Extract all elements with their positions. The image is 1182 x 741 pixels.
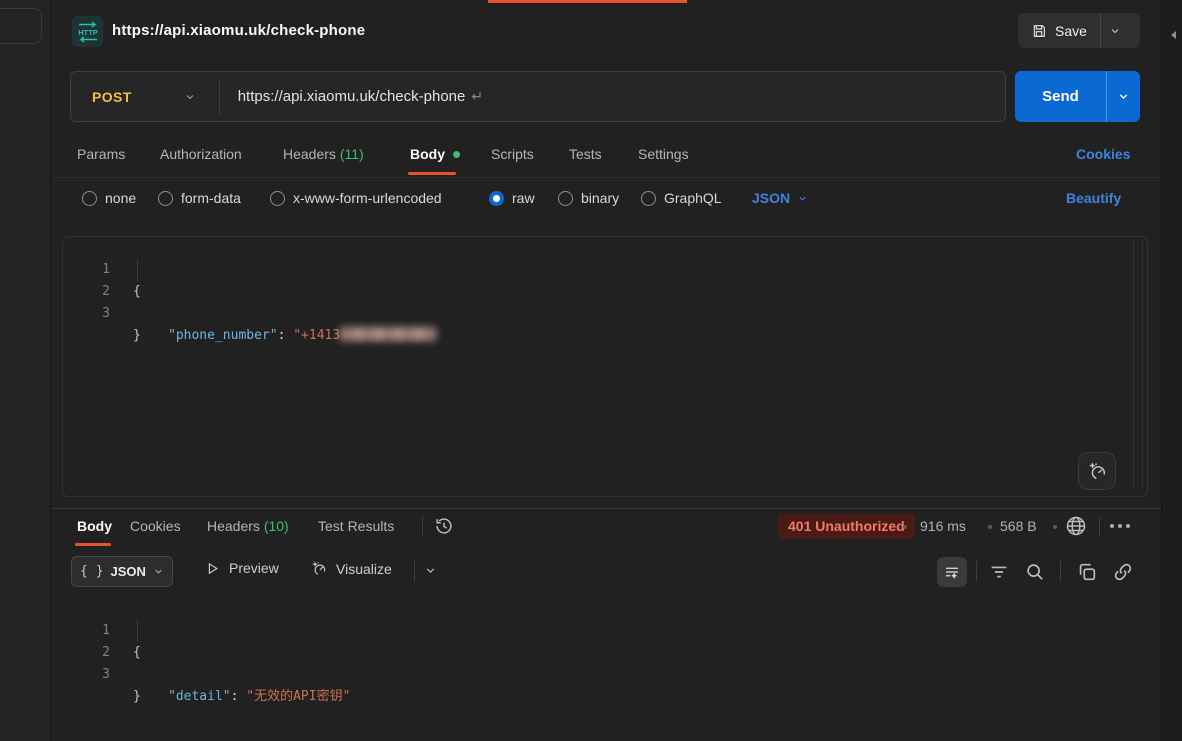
icons-divider: [976, 561, 977, 581]
response-tab-headers[interactable]: Headers (10): [207, 518, 289, 534]
cookies-link[interactable]: Cookies: [1076, 146, 1130, 162]
tab-authorization[interactable]: Authorization: [160, 146, 242, 162]
response-tabs-divider: [422, 516, 423, 537]
code-line: 3 }: [62, 642, 1122, 664]
save-dropdown-button[interactable]: [1101, 13, 1129, 48]
response-headers-count: (10): [264, 518, 289, 534]
tab-params[interactable]: Params: [77, 146, 125, 162]
tabs-divider: [52, 177, 1161, 178]
format-chevron-down-icon: [797, 193, 808, 204]
save-button-label: Save: [1055, 23, 1087, 39]
response-history-icon[interactable]: [433, 515, 455, 537]
code-line: 2 "phone_number": "+1413: [62, 259, 1122, 281]
radio-icon: [270, 191, 285, 206]
toolbar-divider: [414, 560, 415, 582]
url-input[interactable]: https://api.xiaomu.uk/check-phone: [238, 88, 466, 105]
request-title: https://api.xiaomu.uk/check-phone: [112, 22, 365, 39]
radio-selected-icon: [489, 191, 504, 206]
response-tab-body[interactable]: Body: [77, 518, 112, 534]
left-sidebar: [0, 0, 51, 741]
beautify-link[interactable]: Beautify: [1066, 190, 1121, 206]
collapse-panel-icon[interactable]: [1171, 31, 1176, 39]
link-icon[interactable]: [1112, 561, 1134, 583]
bodytype-urlencoded[interactable]: x-www-form-urlencoded: [270, 190, 442, 206]
visualize-sparkle-icon: [310, 560, 327, 577]
send-button-label: Send: [1015, 71, 1106, 122]
copy-icon[interactable]: [1076, 561, 1098, 583]
postbot-ai-button[interactable]: [1078, 452, 1116, 490]
app-window: HTTP https://api.xiaomu.uk/check-phone S…: [0, 0, 1182, 741]
response-tab-cookies[interactable]: Cookies: [130, 518, 181, 534]
code-line: 3 }: [62, 281, 1122, 303]
method-selector[interactable]: POST: [92, 89, 132, 105]
dot-separator: [988, 525, 992, 529]
radio-icon: [158, 191, 173, 206]
active-tab-underline: [408, 172, 456, 175]
code-line: 1 {: [62, 237, 1122, 259]
indent-guide: [137, 620, 138, 642]
tab-tests[interactable]: Tests: [569, 146, 602, 162]
url-bar-divider: [219, 79, 220, 114]
dot-separator: [903, 525, 907, 529]
radio-icon: [558, 191, 573, 206]
response-format-selector[interactable]: { } JSON: [71, 556, 173, 587]
wrap-text-button[interactable]: [937, 557, 967, 587]
response-time[interactable]: 916 ms: [920, 518, 966, 534]
response-active-tab-underline: [75, 543, 111, 546]
search-icon[interactable]: [1024, 561, 1046, 583]
preview-button[interactable]: Preview: [205, 560, 279, 576]
code-line: 2 "detail": "无效的API密钥": [62, 620, 1122, 642]
chevron-down-icon: [153, 566, 164, 577]
right-rail: [1161, 0, 1182, 741]
save-button[interactable]: Save: [1018, 13, 1140, 48]
indent-guide: [137, 259, 138, 281]
editor-scrollbar-track: [1142, 240, 1143, 490]
send-button[interactable]: Send: [1015, 71, 1140, 122]
http-request-icon: HTTP: [72, 16, 103, 47]
bodytype-raw[interactable]: raw: [489, 190, 535, 206]
bodytype-none[interactable]: none: [82, 190, 136, 206]
status-divider: [1099, 517, 1100, 537]
bodytype-form-data[interactable]: form-data: [158, 190, 241, 206]
toolbar-chevron-down-icon[interactable]: [424, 564, 437, 577]
line-number: 3: [62, 303, 110, 325]
visualize-button[interactable]: Visualize: [310, 560, 392, 577]
code-line: 1 {: [62, 598, 1122, 620]
braces-icon: { }: [80, 564, 103, 579]
response-tab-test-results[interactable]: Test Results: [318, 518, 394, 534]
save-icon: [1031, 23, 1047, 39]
postbot-sparkle-icon: [1086, 460, 1108, 482]
tab-settings[interactable]: Settings: [638, 146, 689, 162]
url-return-glyph: ↵: [471, 88, 483, 105]
active-tab-indicator: [488, 0, 687, 3]
tab-headers[interactable]: Headers (11): [283, 146, 364, 162]
send-dropdown-button[interactable]: [1107, 71, 1140, 122]
headers-count: (11): [340, 146, 364, 162]
bodytype-graphql[interactable]: GraphQL: [641, 190, 722, 206]
icons-divider: [1060, 561, 1061, 581]
network-globe-icon[interactable]: [1064, 514, 1088, 538]
bodytype-binary[interactable]: binary: [558, 190, 619, 206]
status-badge[interactable]: 401 Unauthorized: [778, 514, 915, 539]
radio-icon: [82, 191, 97, 206]
radio-icon: [641, 191, 656, 206]
tab-body[interactable]: Body: [410, 146, 460, 162]
response-size[interactable]: 568 B: [1000, 518, 1037, 534]
tab-scripts[interactable]: Scripts: [491, 146, 534, 162]
editor-scrollbar[interactable]: [1133, 240, 1134, 490]
body-modified-dot: [453, 151, 460, 158]
svg-text:HTTP: HTTP: [78, 28, 98, 37]
play-icon: [205, 561, 220, 576]
raw-format-selector[interactable]: JSON: [752, 190, 808, 206]
response-more-options[interactable]: [1110, 524, 1130, 528]
dot-separator: [1053, 525, 1057, 529]
sidebar-collapsed-item[interactable]: [0, 8, 42, 44]
redacted-phone-value: [340, 327, 436, 341]
filter-icon[interactable]: [988, 561, 1010, 583]
request-response-divider[interactable]: [52, 508, 1161, 509]
method-chevron-down-icon[interactable]: [184, 91, 196, 103]
line-number: 3: [62, 664, 110, 686]
request-url-bar: POST https://api.xiaomu.uk/check-phone ↵: [70, 71, 1006, 122]
